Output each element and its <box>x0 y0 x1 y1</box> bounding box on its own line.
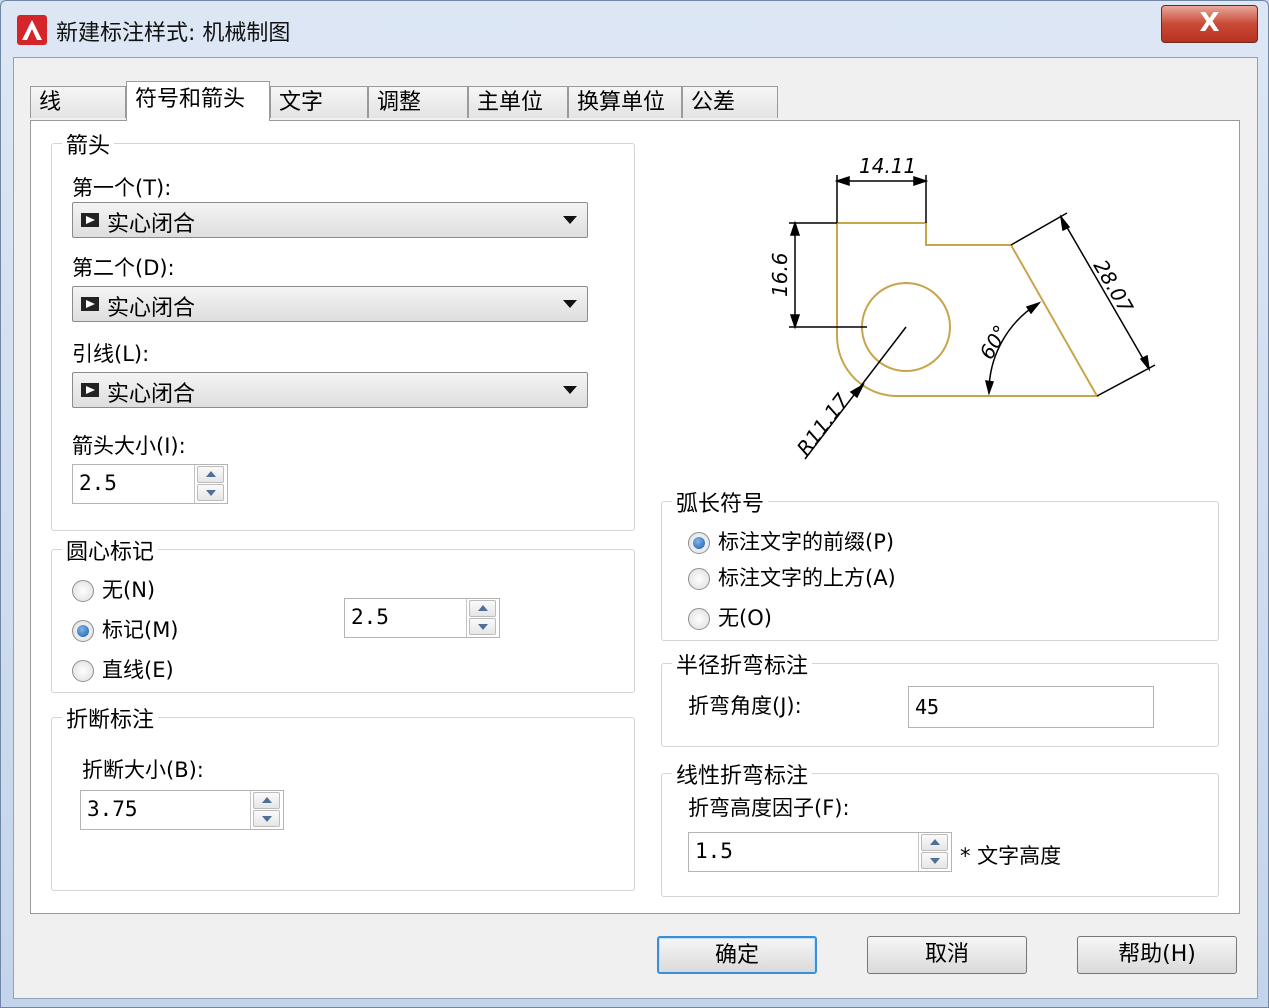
spin-down-icon[interactable] <box>921 852 948 869</box>
center-mark-line-label: 直线(E) <box>102 658 174 682</box>
dimension-preview: 14.11 16.6 28.07 60° R11.17 <box>768 154 1156 460</box>
dialog-window: 新建标注样式: 机械制图 X 线 符号和箭头 文字 调整 主单位 换算单位 公差… <box>0 0 1269 1008</box>
linear-jog-group: 线性折弯标注 折弯高度因子(F): 1.5 * 文字高度 <box>661 758 1219 897</box>
arrow-size-value: 2.5 <box>79 471 117 495</box>
center-mark-none-label: 无(N) <box>102 578 156 602</box>
spin-up-icon[interactable] <box>921 834 948 851</box>
leader-arrow-value: 实心闭合 <box>107 382 196 407</box>
arc-length-group: 弧长符号 标注文字的前缀(P) 标注文字的上方(A) 无(O) <box>661 486 1219 641</box>
arrowheads-group-title: 箭头 <box>62 128 115 160</box>
autocad-app-icon <box>17 15 47 45</box>
center-marks-group: 圆心标记 无(N) 标记(M) 直线(E) 2.5 <box>51 534 635 693</box>
first-arrow-label: 第一个(T): <box>72 176 172 200</box>
center-marks-group-title: 圆心标记 <box>62 534 159 566</box>
dimension-break-group: 折断标注 折断大小(B): 3.75 <box>51 702 635 891</box>
jog-factor-stepper[interactable]: 1.5 <box>688 832 952 872</box>
dimension-break-group-title: 折断标注 <box>62 702 159 734</box>
help-button[interactable]: 帮助(H) <box>1077 936 1237 974</box>
window-title: 新建标注样式: 机械制图 <box>56 21 291 46</box>
break-size-value: 3.75 <box>87 797 138 821</box>
jog-angle-input[interactable]: 45 <box>908 686 1154 728</box>
preview-dim-slant: 28.07 <box>1089 256 1139 318</box>
leader-arrow-label: 引线(L): <box>72 342 150 366</box>
arc-length-group-title: 弧长符号 <box>672 486 769 518</box>
solid-closed-arrow-icon <box>81 383 99 397</box>
tab-fit[interactable]: 调整 <box>368 86 468 118</box>
first-arrow-value: 实心闭合 <box>107 212 196 237</box>
jog-factor-label: 折弯高度因子(F): <box>688 796 850 820</box>
break-size-stepper[interactable]: 3.75 <box>80 790 284 830</box>
tab-tolerances[interactable]: 公差 <box>682 86 778 118</box>
arc-above-radio[interactable]: 标注文字的上方(A) <box>688 562 896 592</box>
radius-jog-group: 半径折弯标注 折弯角度(J): 45 <box>661 648 1219 747</box>
radius-jog-group-title: 半径折弯标注 <box>672 648 813 680</box>
spin-up-icon[interactable] <box>253 792 280 809</box>
solid-closed-arrow-icon <box>81 213 99 227</box>
spin-up-icon[interactable] <box>197 466 224 483</box>
arrowheads-group: 箭头 第一个(T): 实心闭合 第二个(D): 实心闭合 引线(L): 实心闭合 <box>51 128 635 531</box>
arc-above-label: 标注文字的上方(A) <box>718 566 896 590</box>
break-size-label: 折断大小(B): <box>82 758 204 782</box>
arrow-size-label: 箭头大小(I): <box>72 434 186 458</box>
center-mark-line-radio[interactable]: 直线(E) <box>72 654 174 684</box>
jog-factor-value: 1.5 <box>695 839 733 863</box>
tab-panel: 箭头 第一个(T): 实心闭合 第二个(D): 实心闭合 引线(L): 实心闭合 <box>30 120 1240 914</box>
spin-down-icon[interactable] <box>253 810 280 827</box>
center-mark-none-radio[interactable]: 无(N) <box>72 574 155 604</box>
arc-none-radio[interactable]: 无(O) <box>688 602 772 632</box>
leader-arrow-select[interactable]: 实心闭合 <box>72 372 588 408</box>
linear-jog-group-title: 线性折弯标注 <box>672 758 813 790</box>
jog-angle-label: 折弯角度(J): <box>688 694 802 718</box>
preview-dim-radius: R11.17 <box>792 389 854 460</box>
spin-down-icon[interactable] <box>469 618 496 635</box>
preview-dim-top: 14.11 <box>859 154 916 178</box>
tab-alternate-units[interactable]: 换算单位 <box>568 86 682 118</box>
second-arrow-label: 第二个(D): <box>72 256 175 280</box>
jog-factor-unit: * 文字高度 <box>960 844 1062 868</box>
dialog-client: 线 符号和箭头 文字 调整 主单位 换算单位 公差 箭头 第一个(T): 实心闭… <box>13 57 1258 999</box>
jog-angle-value: 45 <box>915 695 940 719</box>
preview-dim-left: 16.6 <box>768 252 792 297</box>
tab-primary-units[interactable]: 主单位 <box>468 86 568 118</box>
spin-down-icon[interactable] <box>197 484 224 501</box>
tab-symbols-arrows[interactable]: 符号和箭头 <box>126 81 270 121</box>
center-mark-size-value: 2.5 <box>351 605 389 629</box>
arc-prefix-label: 标注文字的前缀(P) <box>718 530 895 554</box>
chevron-down-icon <box>563 300 577 308</box>
second-arrow-select[interactable]: 实心闭合 <box>72 286 588 322</box>
spin-up-icon[interactable] <box>469 600 496 617</box>
tab-lines[interactable]: 线 <box>30 86 126 118</box>
chevron-down-icon <box>563 386 577 394</box>
tab-text[interactable]: 文字 <box>270 86 368 118</box>
ok-button[interactable]: 确定 <box>657 936 817 974</box>
center-mark-mark-label: 标记(M) <box>102 618 179 642</box>
arc-prefix-radio[interactable]: 标注文字的前缀(P) <box>688 526 894 556</box>
arrow-size-stepper[interactable]: 2.5 <box>72 464 228 504</box>
chevron-down-icon <box>563 216 577 224</box>
solid-closed-arrow-icon <box>81 297 99 311</box>
arc-none-label: 无(O) <box>718 606 772 630</box>
center-mark-size-stepper[interactable]: 2.5 <box>344 598 500 638</box>
second-arrow-value: 实心闭合 <box>107 296 196 321</box>
cancel-button[interactable]: 取消 <box>867 936 1027 974</box>
center-mark-mark-radio[interactable]: 标记(M) <box>72 614 179 644</box>
first-arrow-select[interactable]: 实心闭合 <box>72 202 588 238</box>
preview-dim-angle: 60° <box>975 321 1014 364</box>
close-button[interactable]: X <box>1161 5 1258 43</box>
